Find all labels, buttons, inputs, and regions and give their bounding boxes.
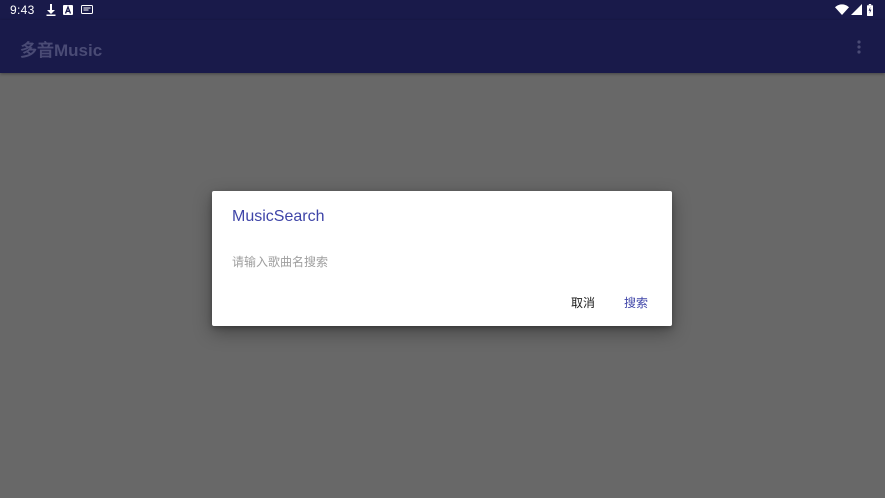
app-notification-icon: [80, 3, 93, 16]
song-search-input[interactable]: [232, 251, 652, 273]
screen: 9:43 多音Music MusicSearch 请输入歌曲名搜索 取消 搜索: [0, 0, 885, 498]
dialog-title: MusicSearch: [232, 208, 325, 225]
battery-icon: [866, 3, 873, 16]
search-button[interactable]: 搜索: [616, 291, 656, 315]
app-title: 多音Music: [20, 41, 103, 60]
status-bar: 9:43: [0, 0, 885, 20]
wifi-icon: [835, 3, 849, 16]
signal-icon: [851, 3, 862, 16]
download-icon: [45, 3, 56, 16]
status-time: 9:43: [10, 3, 35, 17]
app-a-icon: [62, 3, 73, 16]
search-dialog: MusicSearch 取消 搜索: [212, 191, 672, 326]
app-bar: 多音Music: [0, 20, 885, 73]
cancel-button[interactable]: 取消: [563, 291, 603, 315]
more-vert-icon[interactable]: [847, 37, 871, 57]
